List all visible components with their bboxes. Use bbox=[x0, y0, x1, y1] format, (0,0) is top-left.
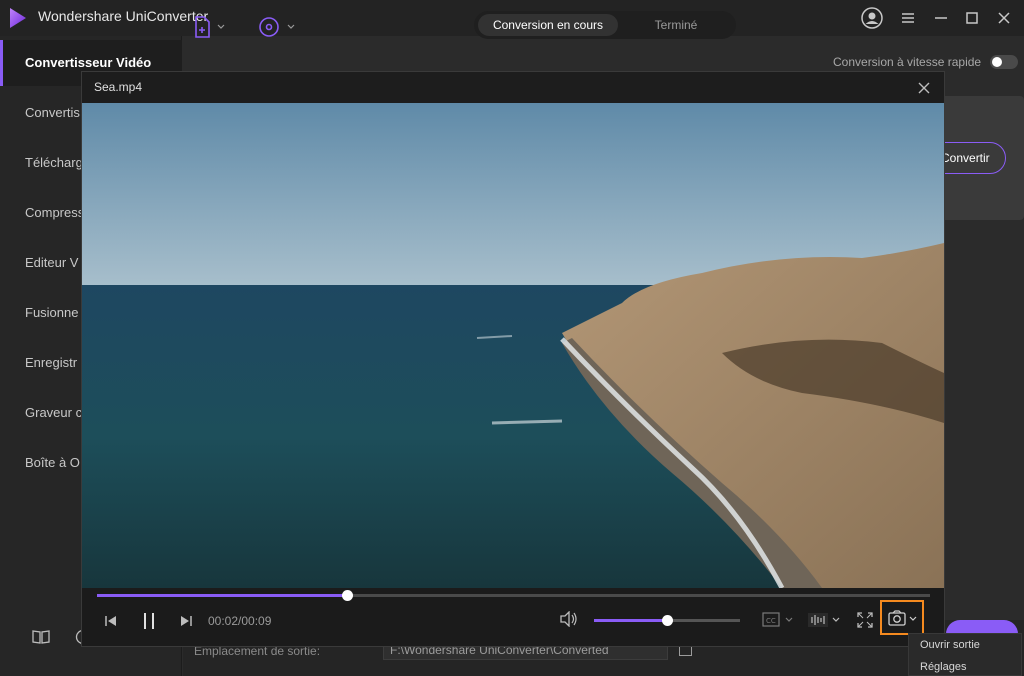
sidebar-item-downloader[interactable]: Télécharg bbox=[25, 155, 83, 170]
snapshot-menu: Ouvrir sortie Réglages bbox=[908, 633, 1022, 676]
add-file-icon[interactable] bbox=[194, 16, 228, 38]
volume-slider[interactable] bbox=[594, 615, 740, 626]
tab-converting[interactable]: Conversion en cours bbox=[478, 14, 618, 36]
app-logo-icon bbox=[10, 8, 26, 28]
seek-bar-handle[interactable] bbox=[341, 590, 353, 601]
volume-icon[interactable] bbox=[560, 611, 578, 627]
sidebar-item-merger[interactable]: Fusionne bbox=[25, 305, 78, 320]
svg-text:CC: CC bbox=[766, 617, 776, 625]
high-speed-label: Conversion à vitesse rapide bbox=[833, 55, 982, 69]
subtitle-icon[interactable]: CC bbox=[762, 612, 796, 628]
add-disc-icon[interactable] bbox=[258, 16, 298, 38]
sidebar-item-editor[interactable]: Editeur V bbox=[25, 255, 78, 270]
player-title: Sea.mp4 bbox=[94, 80, 143, 94]
volume-handle[interactable] bbox=[662, 615, 673, 626]
app-title: Wondershare UniConverter bbox=[38, 8, 209, 24]
account-icon[interactable] bbox=[860, 6, 884, 30]
sidebar-item-label: Convertisseur Vidéo bbox=[25, 55, 152, 70]
conversion-tabs: Conversion en cours Terminé bbox=[474, 11, 736, 39]
close-player-icon[interactable] bbox=[916, 80, 932, 96]
sidebar-item-converter[interactable]: Convertis bbox=[25, 105, 80, 120]
player-controls: 00:02/00:09 CC bbox=[82, 588, 944, 646]
camera-icon bbox=[888, 610, 917, 626]
sidebar-item-burner[interactable]: Graveur c bbox=[25, 405, 82, 420]
fullscreen-icon[interactable] bbox=[857, 612, 873, 628]
guide-book-icon[interactable] bbox=[32, 629, 50, 645]
high-speed-toggle[interactable] bbox=[990, 55, 1018, 69]
playback-time: 00:02/00:09 bbox=[208, 614, 272, 628]
volume-fill bbox=[594, 619, 667, 622]
sidebar-item-recorder[interactable]: Enregistr bbox=[25, 355, 77, 370]
sidebar-item-toolbox[interactable]: Boîte à O bbox=[25, 455, 80, 470]
previous-frame-icon[interactable] bbox=[104, 614, 118, 628]
pause-icon[interactable] bbox=[142, 612, 156, 630]
seek-bar[interactable] bbox=[97, 590, 930, 601]
next-frame-icon[interactable] bbox=[179, 614, 193, 628]
tab-finished[interactable]: Terminé bbox=[624, 14, 728, 36]
menu-item-open-output[interactable]: Ouvrir sortie bbox=[920, 639, 980, 651]
audio-track-icon[interactable] bbox=[807, 612, 841, 628]
close-window-icon[interactable] bbox=[992, 6, 1016, 30]
video-player-dialog: Sea.mp4 00:02/00:09 CC bbox=[81, 71, 945, 647]
menu-icon[interactable] bbox=[896, 6, 920, 30]
seek-bar-fill bbox=[97, 594, 347, 597]
menu-item-settings[interactable]: Réglages bbox=[920, 661, 966, 673]
maximize-icon[interactable] bbox=[960, 6, 984, 30]
minimize-icon[interactable] bbox=[929, 6, 953, 30]
video-frame[interactable] bbox=[82, 103, 944, 588]
sidebar-item-compressor[interactable]: Compress bbox=[25, 205, 84, 220]
snapshot-button[interactable] bbox=[880, 600, 924, 635]
